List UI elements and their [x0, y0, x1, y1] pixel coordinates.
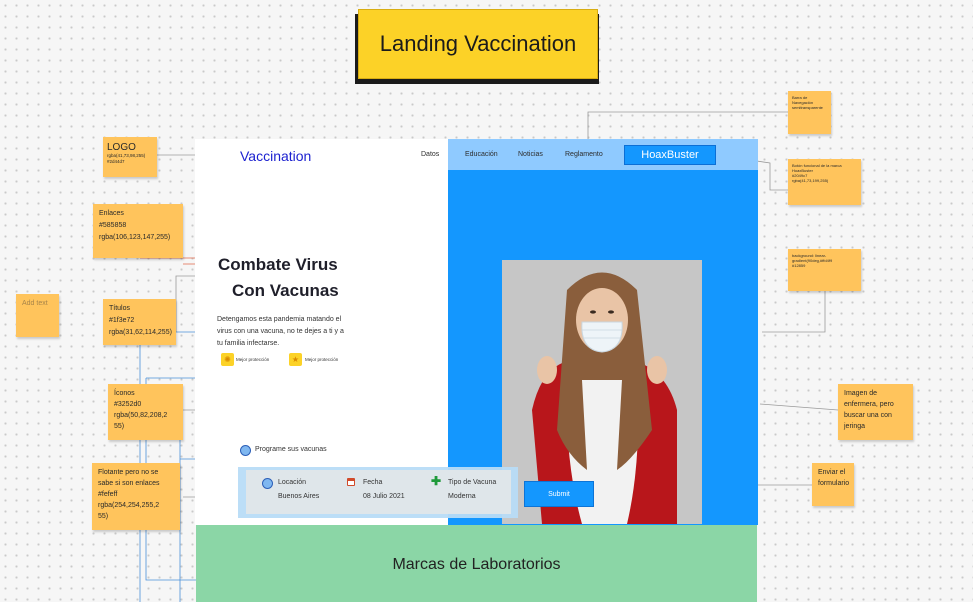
star-icon: ★: [289, 353, 302, 366]
headline-line-2: Con Vacunas: [232, 281, 339, 300]
note-iconos-body: Íconos #3252d0 rgba(50,82,208,2 55): [114, 390, 168, 430]
note-barra-navegacion-body: Barra de Navegación semitransparente: [792, 95, 823, 110]
note-background[interactable]: background: linear- gradient(90deg,#ffd4…: [788, 249, 861, 291]
note-imagen-body: Imagen de enfermera, pero buscar una con…: [844, 390, 894, 430]
globe-icon: [240, 445, 251, 456]
headline-line-1: Combate Virus: [218, 255, 338, 274]
calendar-icon: [347, 478, 355, 486]
note-iconos[interactable]: Íconos #3252d0 rgba(50,82,208,2 55): [108, 384, 183, 440]
submit-button[interactable]: Submit: [524, 481, 594, 507]
note-enviar-body: Enviar el formulario: [818, 469, 850, 487]
note-enviar[interactable]: Enviar el formulario: [812, 463, 854, 506]
booking-form: [246, 470, 511, 514]
nav-link-noticias[interactable]: Noticias: [518, 151, 543, 158]
schedule-label: Programe sus vacunas: [255, 446, 327, 453]
note-flotante-body: Flotante pero no se sabe si son enlaces …: [98, 469, 160, 520]
hoaxbuster-button[interactable]: HoaxBuster: [624, 145, 716, 165]
location-icon: [262, 478, 273, 489]
note-enlaces-body: Enlaces #585858 rgba(106,123,147,255): [99, 210, 171, 241]
feature-label: Mejor protección: [305, 357, 339, 362]
labs-title: Marcas de Laboratorios: [392, 556, 561, 573]
note-logo-body: rgba(41,73,98,255) #2d44d7: [107, 153, 146, 164]
note-boton-marca[interactable]: Botón funcional de la marca HoaxBuster #…: [788, 159, 861, 205]
note-flotante[interactable]: Flotante pero no se sabe si son enlaces …: [92, 463, 180, 530]
note-boton-marca-body: Botón funcional de la marca HoaxBuster #…: [792, 163, 842, 183]
plus-icon: ✚: [431, 474, 442, 488]
note-enlaces[interactable]: Enlaces #585858 rgba(106,123,147,255): [93, 204, 183, 258]
feature-label: Mejor protección: [236, 357, 270, 362]
site-logo[interactable]: Vaccination: [240, 148, 311, 164]
nav-link-educacion[interactable]: Educación: [465, 151, 498, 158]
note-background-body: background: linear- gradient(90deg,#ffd4…: [792, 253, 833, 268]
sun-icon: ✺: [221, 353, 234, 366]
note-barra-navegacion[interactable]: Barra de Navegación semitransparente: [788, 91, 831, 134]
nav-link-datos[interactable]: Datos: [421, 151, 439, 158]
location-label: Locación: [278, 479, 307, 486]
vaccine-type-label: Tipo de Vacuna: [448, 479, 497, 486]
note-add-text-body: Add text: [22, 300, 48, 307]
note-titulos[interactable]: Títulos #1f3e72 rgba(31,62,114,255): [103, 299, 176, 345]
date-field[interactable]: 08 Julio 2021: [363, 493, 405, 500]
nav-link-reglamento[interactable]: Reglamento: [565, 151, 603, 158]
note-logo-title: LOGO: [107, 142, 136, 153]
location-field[interactable]: Buenos Aires: [278, 493, 319, 500]
hero-paragraph: Detengamos esta pandemia matando el viru…: [217, 316, 344, 347]
note-imagen-enfermera[interactable]: Imagen de enfermera, pero buscar una con…: [838, 384, 913, 440]
note-add-text[interactable]: Add text: [16, 294, 59, 337]
note-titulos-body: Títulos #1f3e72 rgba(31,62,114,255): [109, 305, 172, 336]
vaccine-type-field[interactable]: Moderna: [448, 493, 476, 500]
note-logo[interactable]: LOGO rgba(41,73,98,255) #2d44d7: [103, 137, 157, 177]
date-label: Fecha: [363, 479, 383, 486]
board-title[interactable]: Landing Vaccination: [358, 9, 598, 79]
